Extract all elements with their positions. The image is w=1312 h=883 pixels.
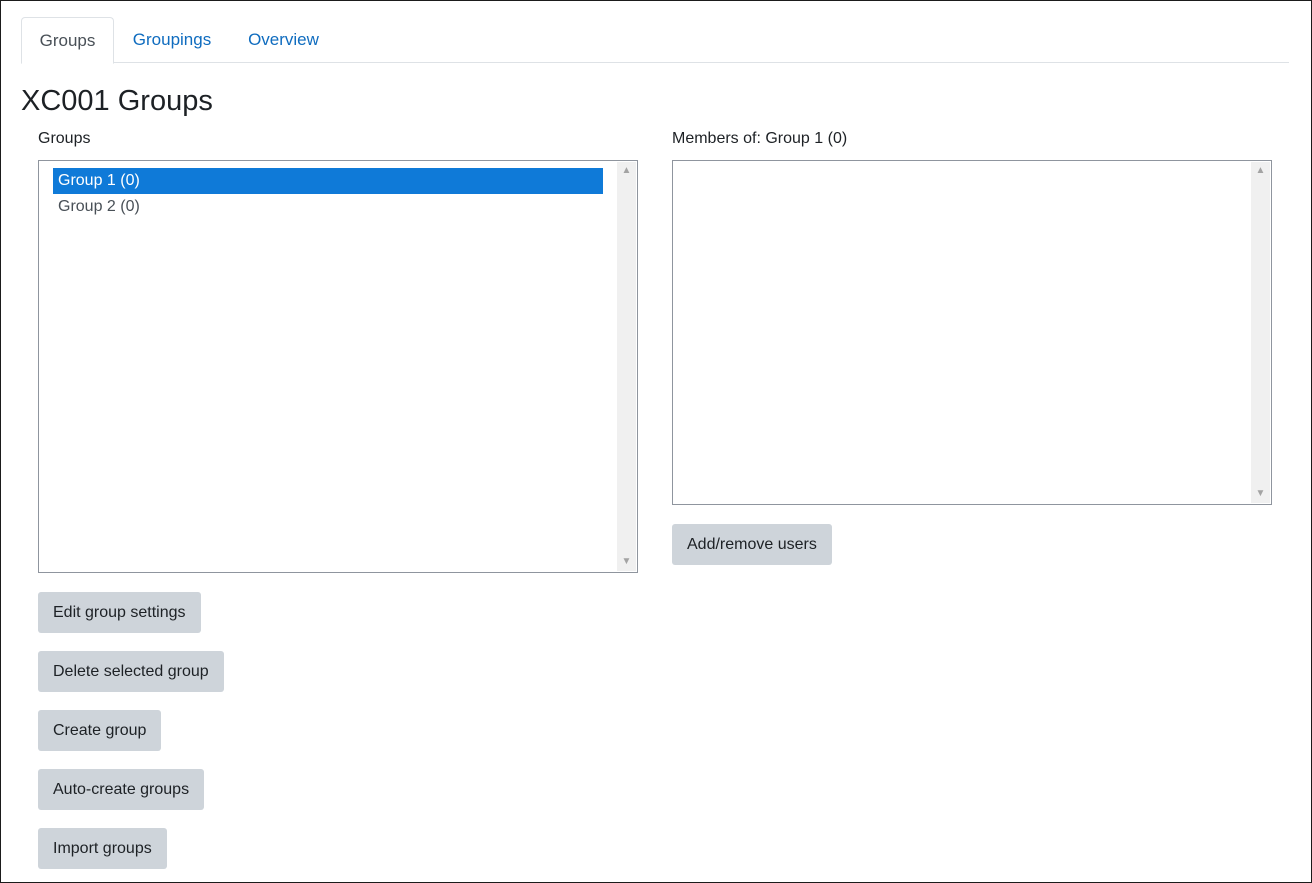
import-groups-button[interactable]: Import groups	[38, 828, 167, 869]
tab-overview[interactable]: Overview	[231, 17, 336, 63]
auto-create-groups-button[interactable]: Auto-create groups	[38, 769, 205, 810]
groups-label: Groups	[38, 130, 91, 147]
page-title: XC001 Groups	[21, 85, 213, 117]
scroll-down-icon[interactable]: ▼	[1251, 485, 1270, 503]
scroll-up-icon[interactable]: ▲	[1251, 162, 1270, 180]
tab-bar: Groups Groupings Overview	[21, 17, 1289, 64]
members-label: Members of: Group 1 (0)	[672, 130, 848, 147]
groups-select[interactable]: Group 1 (0) Group 2 (0) ▲ ▼	[38, 160, 638, 573]
members-select[interactable]: ▲ ▼	[672, 160, 1272, 505]
tab-groupings[interactable]: Groupings	[116, 17, 228, 63]
members-scrollbar[interactable]: ▲ ▼	[1251, 162, 1270, 503]
group-option-group-2[interactable]: Group 2 (0)	[53, 194, 603, 220]
group-option-group-1[interactable]: Group 1 (0)	[53, 168, 603, 194]
window-frame: Groups Groupings Overview XC001 Groups G…	[0, 0, 1312, 883]
scroll-down-icon[interactable]: ▼	[617, 553, 636, 571]
delete-selected-group-button[interactable]: Delete selected group	[38, 651, 224, 692]
groups-option-list: Group 1 (0) Group 2 (0)	[53, 168, 603, 220]
add-remove-users-button[interactable]: Add/remove users	[672, 524, 832, 565]
scroll-up-icon[interactable]: ▲	[617, 162, 636, 180]
groups-scrollbar[interactable]: ▲ ▼	[617, 162, 636, 571]
tab-groups[interactable]: Groups	[21, 17, 114, 64]
create-group-button[interactable]: Create group	[38, 710, 162, 751]
edit-group-settings-button[interactable]: Edit group settings	[38, 592, 201, 633]
